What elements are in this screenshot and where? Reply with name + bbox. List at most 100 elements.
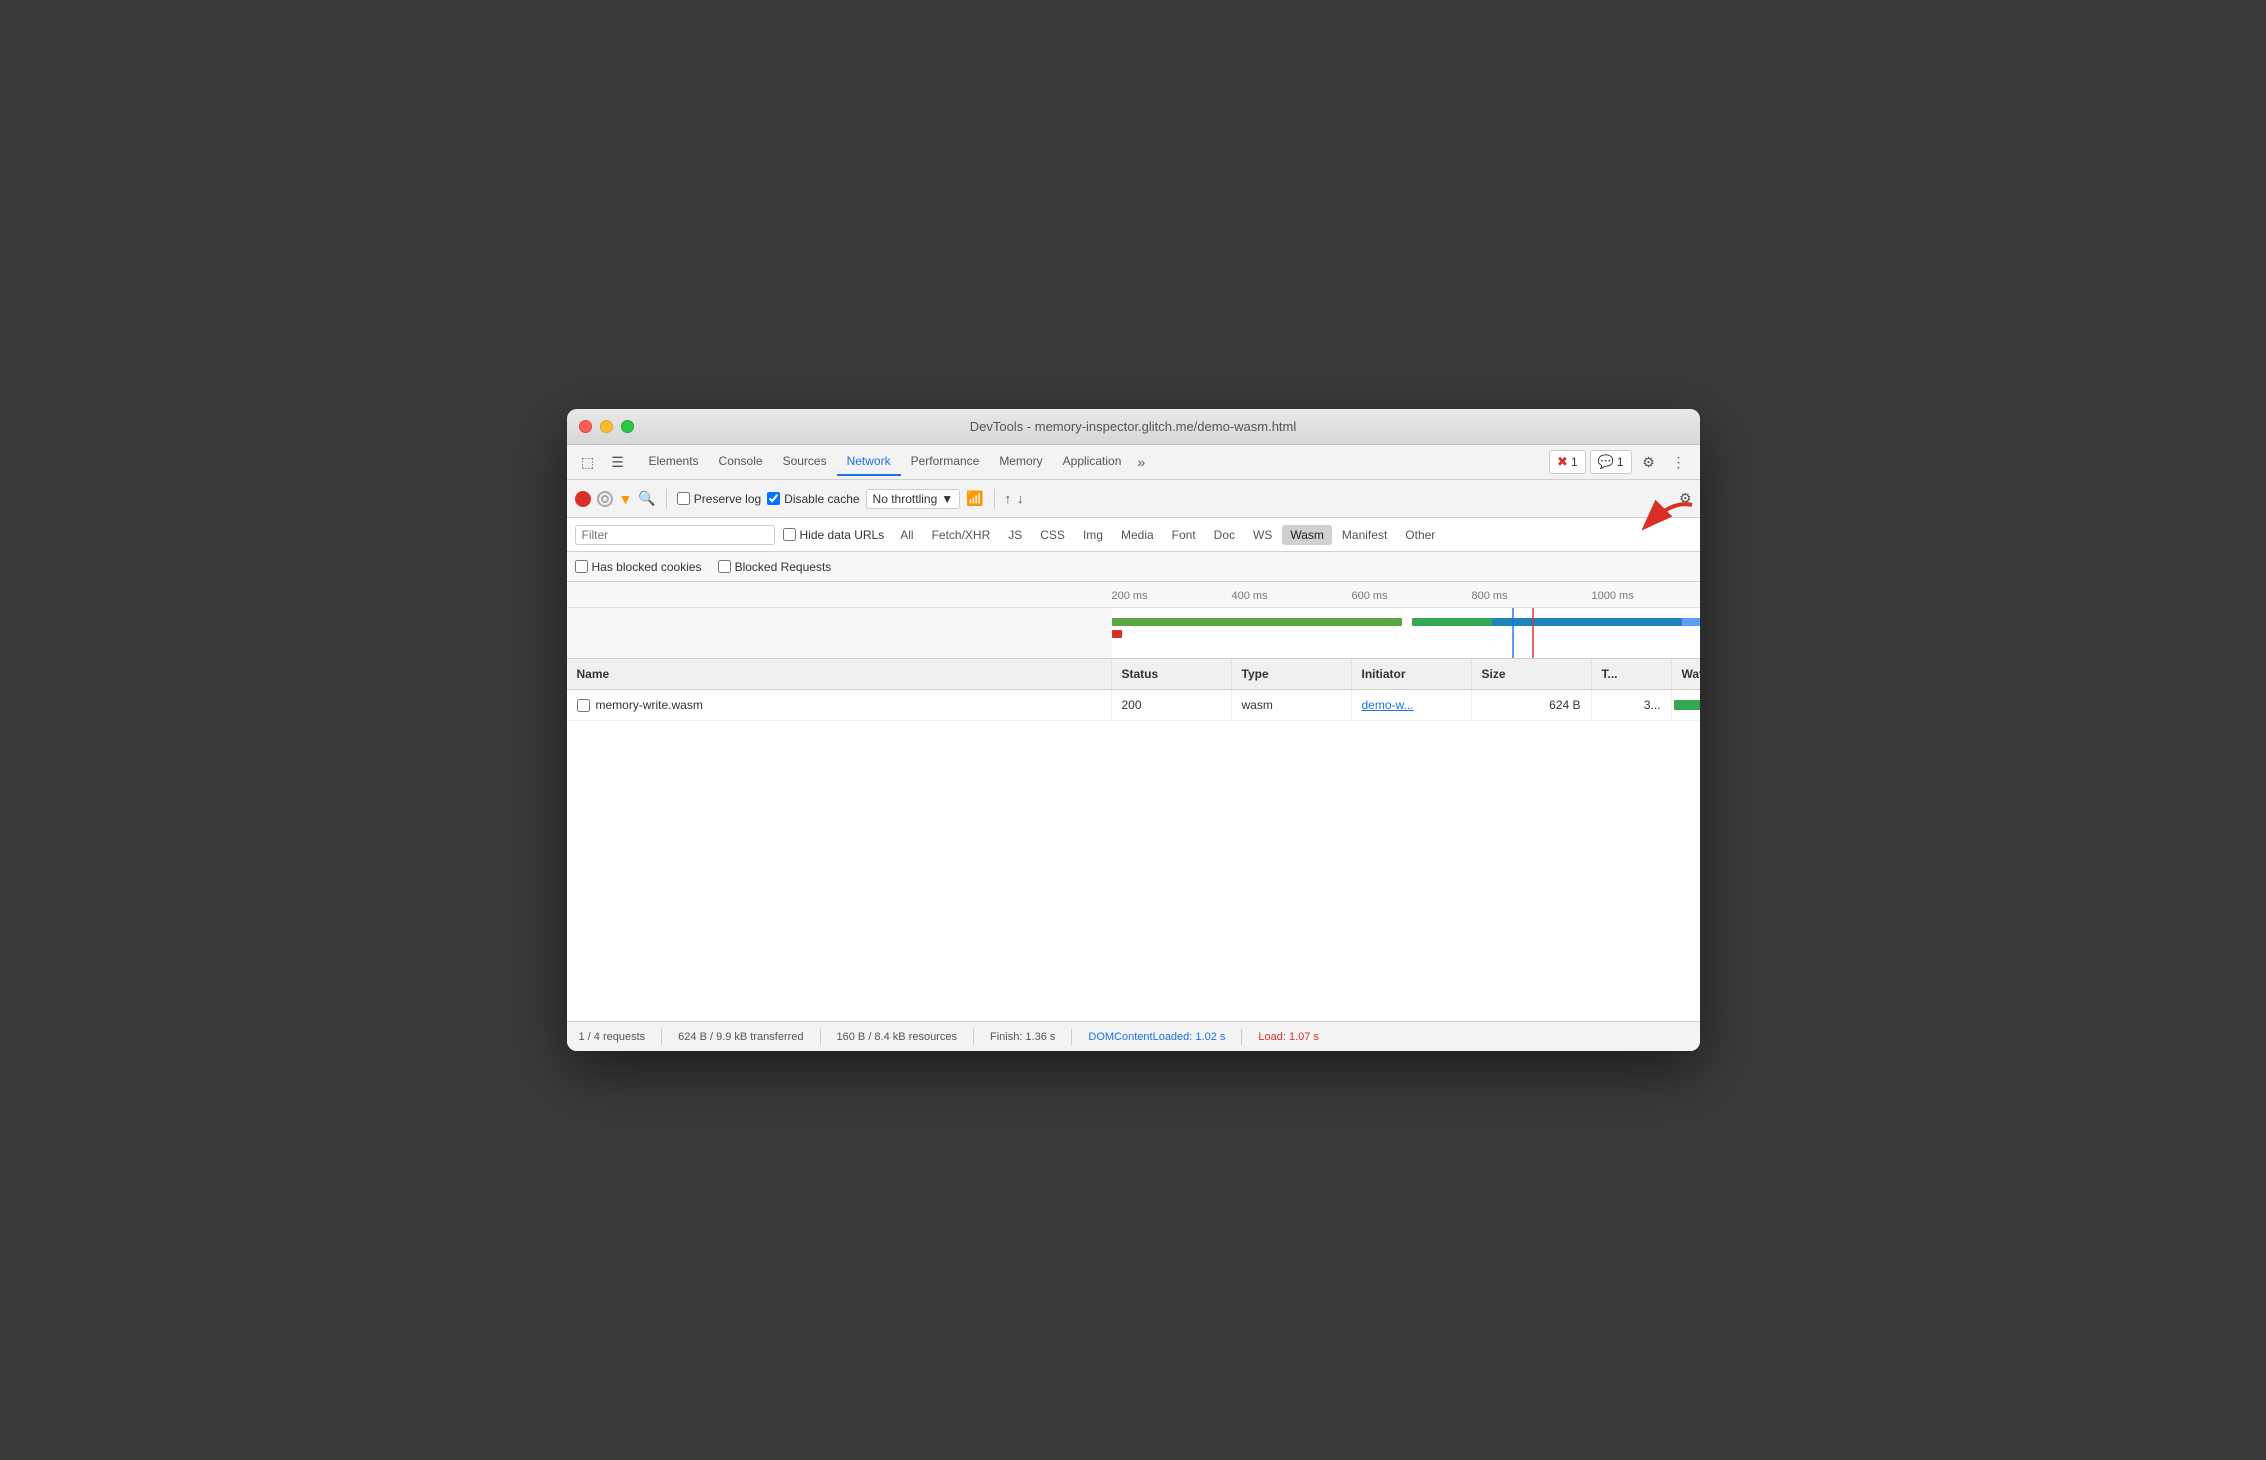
record-button[interactable] (575, 491, 591, 507)
stop-button[interactable] (597, 491, 613, 507)
tab-sources[interactable]: Sources (773, 448, 837, 476)
error-count: 1 (1571, 455, 1578, 469)
tab-performance[interactable]: Performance (901, 448, 990, 476)
waterfall-chart-area (1112, 608, 1700, 658)
table-row[interactable]: memory-write.wasm 200 wasm demo-w... 624… (567, 690, 1700, 721)
load-line (1532, 608, 1534, 658)
more-options-icon[interactable]: ⋮ (1666, 449, 1692, 475)
td-type: wasm (1232, 690, 1352, 720)
time-200ms: 200 ms (1112, 582, 1232, 607)
filter-tab-other[interactable]: Other (1397, 525, 1443, 545)
finish-time: Finish: 1.36 s (990, 1031, 1055, 1043)
cursor-icon[interactable]: ⬚ (575, 449, 601, 475)
tab-memory[interactable]: Memory (989, 448, 1052, 476)
dom-content-line (1512, 608, 1514, 658)
close-button[interactable] (579, 420, 592, 433)
error-icon: ✖ (1557, 454, 1568, 470)
filter-tab-fetch[interactable]: Fetch/XHR (924, 525, 999, 545)
disable-cache-checkbox[interactable] (767, 492, 780, 505)
hide-data-urls-checkbox[interactable] (783, 528, 796, 541)
time-1000ms: 1000 ms (1592, 582, 1700, 607)
filter-tab-img[interactable]: Img (1075, 525, 1111, 545)
titlebar: DevTools - memory-inspector.glitch.me/de… (567, 409, 1700, 445)
resources-size: 160 B / 8.4 kB resources (837, 1031, 957, 1043)
timeline-labels: 200 ms 400 ms 600 ms 800 ms 1000 ms 1200… (567, 582, 1700, 608)
requests-table: Name Status Type Initiator Size T... (567, 659, 1700, 1021)
status-divider-2 (820, 1029, 821, 1045)
bar-blue (1492, 618, 1700, 626)
window-title: DevTools - memory-inspector.glitch.me/de… (970, 419, 1297, 434)
bar-red-small (1112, 630, 1122, 638)
filter-tab-wasm[interactable]: Wasm (1282, 525, 1332, 545)
th-name[interactable]: Name (567, 659, 1112, 689)
filter-tab-manifest[interactable]: Manifest (1334, 525, 1395, 545)
th-waterfall[interactable]: Waterfall ▲ (1672, 659, 1700, 689)
preserve-log-checkbox[interactable] (677, 492, 690, 505)
blocked-cookies-label[interactable]: Has blocked cookies (575, 560, 702, 574)
time-400ms: 400 ms (1232, 582, 1352, 607)
search-icon[interactable]: 🔍 (638, 490, 655, 507)
filter-bar: Hide data URLs All Fetch/XHR JS CSS Img … (567, 518, 1700, 552)
domcontentloaded-time: DOMContentLoaded: 1.02 s (1088, 1031, 1225, 1043)
load-time: Load: 1.07 s (1258, 1031, 1319, 1043)
device-toolbar-icon[interactable]: ☰ (605, 449, 631, 475)
blocked-cookies-bar: Has blocked cookies Blocked Requests (567, 552, 1700, 582)
toolbar-divider-1 (666, 489, 667, 509)
error-badge-button[interactable]: ✖ 1 (1549, 450, 1586, 474)
blocked-requests-label[interactable]: Blocked Requests (718, 560, 832, 574)
status-divider-3 (973, 1029, 974, 1045)
filter-tab-all[interactable]: All (892, 525, 921, 545)
tab-application[interactable]: Application (1053, 448, 1132, 476)
initiator-link[interactable]: demo-w... (1362, 698, 1414, 712)
disable-cache-label[interactable]: Disable cache (767, 492, 859, 506)
tab-network[interactable]: Network (837, 448, 901, 476)
th-size[interactable]: Size (1472, 659, 1592, 689)
status-divider-4 (1071, 1029, 1072, 1045)
filter-tabs: All Fetch/XHR JS CSS Img Media Font Doc … (892, 525, 1443, 545)
devtools-panel: ⬚ ☰ Elements Console Sources Network Per… (567, 445, 1700, 1051)
export-icon[interactable]: ↓ (1017, 491, 1024, 506)
blocked-cookies-checkbox[interactable] (575, 560, 588, 573)
table-body: memory-write.wasm 200 wasm demo-w... 624… (567, 690, 1700, 1021)
bar-green-1 (1112, 618, 1402, 626)
maximize-button[interactable] (621, 420, 634, 433)
filter-tab-ws[interactable]: WS (1245, 525, 1280, 545)
transferred-size: 624 B / 9.9 kB transferred (678, 1031, 803, 1043)
filter-tab-doc[interactable]: Doc (1206, 525, 1243, 545)
filter-tab-font[interactable]: Font (1164, 525, 1204, 545)
top-tabs-bar: ⬚ ☰ Elements Console Sources Network Per… (567, 445, 1700, 480)
minimize-button[interactable] (600, 420, 613, 433)
blocked-requests-checkbox[interactable] (718, 560, 731, 573)
import-icon[interactable]: ↑ (1005, 491, 1012, 506)
requests-count: 1 / 4 requests (579, 1031, 646, 1043)
preserve-log-label[interactable]: Preserve log (677, 492, 761, 506)
red-arrow-annotation (1642, 495, 1700, 545)
devtools-icons: ⬚ ☰ (575, 449, 631, 475)
th-initiator[interactable]: Initiator (1352, 659, 1472, 689)
filter-tab-js[interactable]: JS (1000, 525, 1030, 545)
th-status[interactable]: Status (1112, 659, 1232, 689)
wifi-icon[interactable]: 📶 (966, 490, 983, 507)
status-divider-1 (661, 1029, 662, 1045)
td-name: memory-write.wasm (567, 690, 1112, 720)
message-badge-button[interactable]: 💬 1 (1590, 450, 1632, 474)
filter-icon[interactable]: ▼ (619, 491, 633, 507)
tab-console[interactable]: Console (709, 448, 773, 476)
time-600ms: 600 ms (1352, 582, 1472, 607)
th-type[interactable]: Type (1232, 659, 1352, 689)
waterfall-bar (1674, 700, 1700, 710)
filter-tab-media[interactable]: Media (1113, 525, 1162, 545)
hide-data-urls-label[interactable]: Hide data URLs (783, 528, 885, 542)
td-size: 624 B (1472, 690, 1592, 720)
filter-tab-css[interactable]: CSS (1032, 525, 1073, 545)
tab-elements[interactable]: Elements (639, 448, 709, 476)
settings-gear-icon[interactable]: ⚙ (1636, 449, 1662, 475)
waterfall-section: 200 ms 400 ms 600 ms 800 ms 1000 ms 1200… (567, 582, 1700, 659)
more-tabs-icon[interactable]: » (1131, 450, 1151, 474)
throttling-dropdown[interactable]: No throttling ▼ (866, 489, 961, 509)
th-time[interactable]: T... (1592, 659, 1672, 689)
filter-input[interactable] (575, 525, 775, 545)
td-waterfall (1672, 695, 1700, 715)
td-time: 3... (1592, 690, 1672, 720)
row-checkbox[interactable] (577, 699, 590, 712)
